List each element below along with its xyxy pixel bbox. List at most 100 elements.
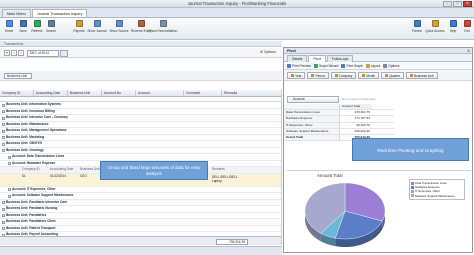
show-source-button[interactable]: Show Source (108, 18, 130, 38)
tab-pivot[interactable]: Pivot (308, 55, 326, 62)
pivot-field-period[interactable]: Period (307, 72, 329, 79)
pivot-field-label: Period (315, 73, 325, 78)
pivot-field-month[interactable]: Month (358, 72, 380, 79)
legend-swatch (411, 181, 414, 185)
options-button[interactable]: Options (383, 63, 399, 68)
pivot-field-year[interactable]: Year (287, 72, 306, 79)
search-button[interactable]: Search (44, 18, 58, 38)
pivot-column-drop-zone[interactable]: Drop Column Fields Here (342, 97, 392, 103)
expand-toggle-icon[interactable] (8, 155, 11, 159)
tab-details[interactable]: Details (287, 55, 308, 62)
home-button[interactable]: Home (2, 18, 16, 38)
column-header-remarks[interactable]: Remarks (222, 90, 281, 96)
toolbar-right-group: Panels Quick Access Help Exit (410, 18, 474, 39)
toolbar-button-label: Exit (464, 29, 470, 33)
show-reconciliation-button[interactable]: Show Reconciliation (149, 18, 177, 38)
detail-column-header-business-unit[interactable]: Business Unit (80, 167, 100, 173)
pivot-row-value: 233,461.75 (354, 110, 370, 115)
maximize-button[interactable]: □ (453, 1, 462, 7)
pivot-row-field-account[interactable]: Account (287, 96, 339, 103)
reports-icon (75, 20, 83, 27)
expand-toggle-icon[interactable] (8, 194, 11, 198)
pivot-row-label: Grand Total (284, 134, 340, 141)
expand-toggle-icon[interactable] (2, 110, 5, 113)
field-icon (410, 74, 413, 77)
reverse-entry-button[interactable]: Reverse Entry (130, 18, 152, 38)
expand-toggle-icon[interactable] (8, 188, 11, 191)
expand-toggle-icon[interactable] (2, 201, 5, 204)
field-icon (291, 74, 294, 77)
journal-icon (93, 20, 101, 27)
expand-toggle-icon[interactable] (2, 149, 5, 152)
close-icon[interactable]: ✕ (467, 48, 470, 54)
period-date-field[interactable]: DEC of 2014 (27, 49, 59, 57)
group-row-label: Account: Software Support Maintenance (12, 193, 74, 197)
expand-toggle-icon[interactable] (2, 142, 5, 146)
pivot-toolbar: Print Preview Graph Wizard Print Graph Layo… (284, 62, 472, 70)
next-period-button[interactable]: › (18, 50, 24, 56)
search-icon (47, 20, 55, 27)
column-header-business-unit[interactable]: Business Unit (68, 90, 102, 96)
expand-toggle-icon[interactable] (2, 103, 5, 107)
prev-period-button[interactable]: ‹ (11, 50, 17, 56)
pivot-tool-label: Layout (370, 63, 381, 68)
help-icon (449, 20, 457, 27)
close-window-button[interactable]: ✕ (463, 1, 472, 7)
detail-column-header-remarks[interactable]: Remarks (212, 167, 225, 173)
show-journal-button[interactable]: Show Journal (86, 18, 108, 38)
expand-toggle-icon[interactable] (2, 136, 5, 139)
tab-follow-ups[interactable]: Follow-ups (326, 55, 354, 62)
reports-button[interactable]: Reports (72, 18, 86, 38)
minimize-button[interactable]: – (443, 1, 452, 7)
group-by-chip-business-unit[interactable]: Business Unit (4, 73, 32, 79)
expand-toggle-icon[interactable] (2, 123, 5, 126)
save-button[interactable]: Save (16, 18, 30, 38)
pivot-field-company[interactable]: Company (330, 72, 357, 79)
first-period-button[interactable]: « (4, 50, 10, 56)
pivot-filter-fields: Year Period Company Month Quarter Business Un… (284, 70, 472, 81)
expand-toggle-icon[interactable] (2, 116, 5, 120)
detail-column-header-accounting-date[interactable]: Accounting Date (50, 167, 73, 173)
refresh-button[interactable]: Refresh (30, 18, 44, 38)
graph-wizard-button[interactable]: Graph Wizard (313, 63, 338, 68)
pivot-chart: Amount Total Data Transmission Lines Hard… (287, 170, 471, 252)
detail-column-header-company-id[interactable]: Company ID (22, 167, 40, 173)
expand-toggle-icon[interactable] (2, 220, 5, 224)
calendar-icon[interactable] (60, 49, 68, 57)
column-header-account-no[interactable]: Account No (102, 90, 136, 96)
quick-access-button[interactable]: Quick Access (424, 18, 446, 38)
graph-wizard-icon (313, 63, 318, 68)
tab-main-menu[interactable]: Main Menu (2, 9, 31, 17)
group-row-label: Business Unit: Intensive Care - Coronary (6, 115, 68, 119)
cell-remarks: DELL/DELL/DELL Laptop (212, 174, 238, 183)
column-header-comment[interactable]: Comment (184, 90, 222, 96)
expand-toggle-icon[interactable] (2, 227, 5, 230)
toolbar-button-label: Reports (73, 29, 85, 33)
source-icon (115, 20, 123, 27)
tab-journal-transaction-inquiry[interactable]: Journal Transaction Inquiry (31, 9, 88, 17)
layout-button[interactable]: Layout (365, 63, 381, 68)
group-row-label: Business Unit: Marketing (6, 134, 45, 139)
print-preview-button[interactable]: Print Preview (287, 63, 311, 68)
group-row-label: Business Unit: Paediatrics (6, 212, 47, 217)
group-row-label: Business Unit: Patient Transport (6, 225, 56, 230)
pivot-row-label: Hardware Expense (284, 116, 340, 122)
pivot-tool-label: Print Preview (292, 63, 311, 68)
panels-icon (413, 20, 421, 27)
expand-toggle-icon[interactable] (2, 129, 5, 133)
exit-button[interactable]: Exit (460, 18, 474, 38)
expand-toggle-icon[interactable] (2, 214, 5, 217)
expand-toggle-icon[interactable] (8, 162, 11, 165)
pivot-field-quarter[interactable]: Quarter (381, 72, 404, 79)
toolbar-button-label: Show Source (109, 29, 129, 33)
print-graph-button[interactable]: Print Graph (341, 63, 363, 68)
column-header-company-id[interactable]: Company ID (0, 90, 34, 96)
options-button[interactable]: ⚙ Options (260, 50, 276, 54)
panels-button[interactable]: Panels (410, 18, 424, 38)
column-header-accounting-date[interactable]: Accounting Date (34, 90, 68, 96)
pivot-field-business-unit[interactable]: Business Unit (406, 72, 438, 79)
help-button[interactable]: Help (446, 18, 460, 38)
expand-toggle-icon[interactable] (2, 207, 5, 211)
column-header-account[interactable]: Account (136, 90, 184, 96)
